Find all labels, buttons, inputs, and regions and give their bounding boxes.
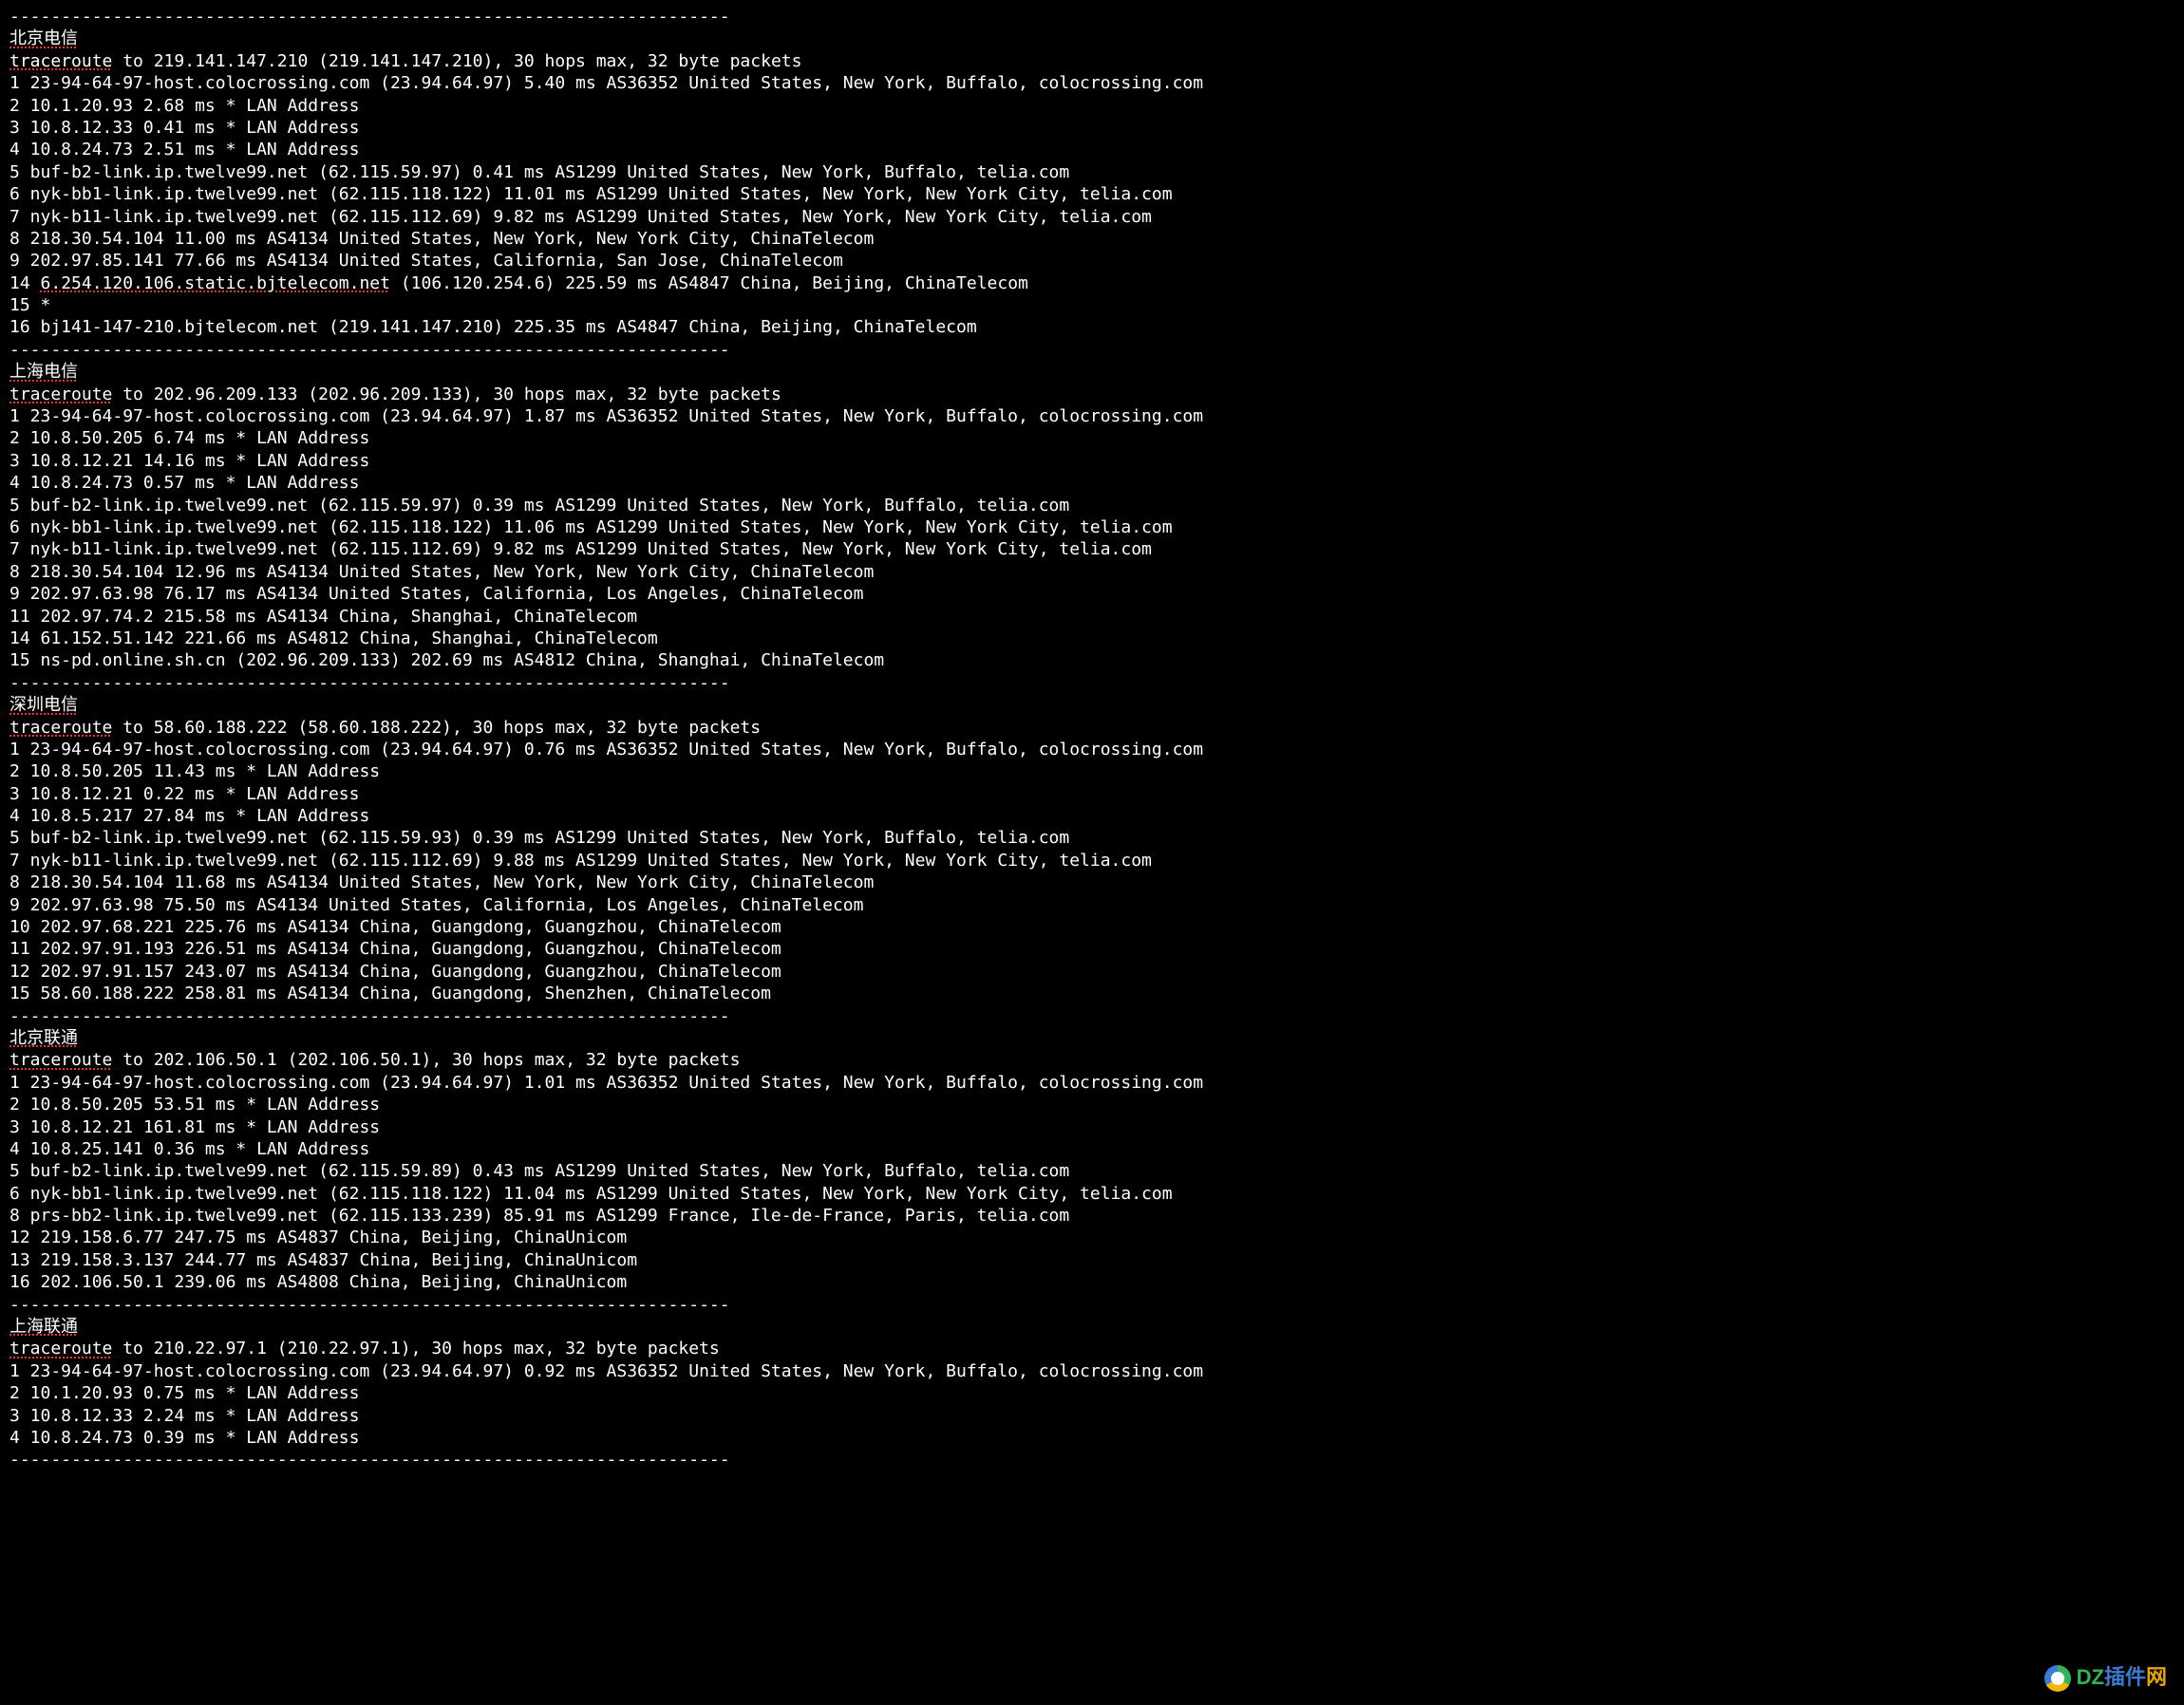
hop-line: 2 10.8.50.205 11.43 ms * LAN Address [9, 760, 2175, 782]
hop-line: 12 219.158.6.77 247.75 ms AS4837 China, … [9, 1227, 2175, 1248]
hop-line: 2 10.8.50.205 6.74 ms * LAN Address [9, 427, 2175, 449]
hop-line: 2 10.1.20.93 2.68 ms * LAN Address [9, 95, 2175, 117]
hop-line: 14 6.254.120.106.static.bjtelecom.net (1… [9, 272, 2175, 294]
hop-line: 1 23-94-64-97-host.colocrossing.com (23.… [9, 1360, 2175, 1382]
divider: ----------------------------------------… [9, 6, 2175, 28]
divider: ----------------------------------------… [9, 672, 2175, 694]
hop-line: 8 218.30.54.104 12.96 ms AS4134 United S… [9, 561, 2175, 583]
hop-line: 8 218.30.54.104 11.00 ms AS4134 United S… [9, 228, 2175, 250]
traceroute-header: traceroute to 58.60.188.222 (58.60.188.2… [9, 717, 2175, 739]
hop-line: 6 nyk-bb1-link.ip.twelve99.net (62.115.1… [9, 183, 2175, 205]
traceroute-header: traceroute to 219.141.147.210 (219.141.1… [9, 50, 2175, 72]
hop-line: 9 202.97.63.98 75.50 ms AS4134 United St… [9, 894, 2175, 916]
watermark-text-w: 网 [2146, 1665, 2167, 1689]
watermark-logo-icon [2044, 1665, 2071, 1692]
hop-line: 5 buf-b2-link.ip.twelve99.net (62.115.59… [9, 1160, 2175, 1182]
traceroute-header: traceroute to 202.106.50.1 (202.106.50.1… [9, 1049, 2175, 1071]
hop-line: 16 202.106.50.1 239.06 ms AS4808 China, … [9, 1271, 2175, 1293]
hop-line: 3 10.8.12.33 2.24 ms * LAN Address [9, 1405, 2175, 1427]
divider: ----------------------------------------… [9, 1005, 2175, 1027]
hop-line: 3 10.8.12.21 161.81 ms * LAN Address [9, 1116, 2175, 1138]
hop-line: 7 nyk-b11-link.ip.twelve99.net (62.115.1… [9, 850, 2175, 871]
hop-line: 2 10.1.20.93 0.75 ms * LAN Address [9, 1382, 2175, 1404]
watermark: DZ插件网 [2044, 1664, 2167, 1692]
divider: ----------------------------------------… [9, 1294, 2175, 1316]
hop-line: 8 218.30.54.104 11.68 ms AS4134 United S… [9, 871, 2175, 893]
hop-line: 15 * [9, 294, 2175, 316]
hop-line: 9 202.97.63.98 76.17 ms AS4134 United St… [9, 583, 2175, 605]
traceroute-header: traceroute to 210.22.97.1 (210.22.97.1),… [9, 1338, 2175, 1359]
traceroute-header: traceroute to 202.96.209.133 (202.96.209… [9, 384, 2175, 405]
hop-line: 4 10.8.24.73 0.57 ms * LAN Address [9, 472, 2175, 494]
hop-line: 5 buf-b2-link.ip.twelve99.net (62.115.59… [9, 495, 2175, 516]
hop-line: 5 buf-b2-link.ip.twelve99.net (62.115.59… [9, 161, 2175, 183]
hop-line: 12 202.97.91.157 243.07 ms AS4134 China,… [9, 961, 2175, 983]
section-title: 上海电信 [9, 361, 2175, 383]
section-title: 深圳电信 [9, 694, 2175, 716]
hop-line: 13 219.158.3.137 244.77 ms AS4837 China,… [9, 1249, 2175, 1271]
hop-line: 1 23-94-64-97-host.colocrossing.com (23.… [9, 72, 2175, 94]
hop-line: 8 prs-bb2-link.ip.twelve99.net (62.115.1… [9, 1205, 2175, 1227]
hop-line: 4 10.8.24.73 0.39 ms * LAN Address [9, 1427, 2175, 1449]
hop-line: 9 202.97.85.141 77.66 ms AS4134 United S… [9, 250, 2175, 272]
hop-line: 4 10.8.25.141 0.36 ms * LAN Address [9, 1138, 2175, 1160]
hop-line: 1 23-94-64-97-host.colocrossing.com (23.… [9, 405, 2175, 427]
hop-line: 4 10.8.5.217 27.84 ms * LAN Address [9, 805, 2175, 827]
hop-line: 6 nyk-bb1-link.ip.twelve99.net (62.115.1… [9, 1183, 2175, 1205]
hop-line: 15 ns-pd.online.sh.cn (202.96.209.133) 2… [9, 649, 2175, 671]
hop-line: 3 10.8.12.21 14.16 ms * LAN Address [9, 450, 2175, 472]
hop-line: 15 58.60.188.222 258.81 ms AS4134 China,… [9, 983, 2175, 1004]
section-title: 北京电信 [9, 28, 2175, 49]
hop-line: 7 nyk-b11-link.ip.twelve99.net (62.115.1… [9, 538, 2175, 560]
hop-line: 10 202.97.68.221 225.76 ms AS4134 China,… [9, 916, 2175, 938]
hop-line: 11 202.97.74.2 215.58 ms AS4134 China, S… [9, 606, 2175, 628]
hop-line: 14 61.152.51.142 221.66 ms AS4812 China,… [9, 628, 2175, 649]
watermark-text-cj: 插件 [2104, 1665, 2146, 1689]
hop-line: 7 nyk-b11-link.ip.twelve99.net (62.115.1… [9, 206, 2175, 228]
hop-line: 1 23-94-64-97-host.colocrossing.com (23.… [9, 1072, 2175, 1094]
hop-line: 4 10.8.24.73 2.51 ms * LAN Address [9, 139, 2175, 160]
section-title: 上海联通 [9, 1316, 2175, 1338]
section-title: 北京联通 [9, 1027, 2175, 1049]
hop-line: 6 nyk-bb1-link.ip.twelve99.net (62.115.1… [9, 516, 2175, 538]
hop-line: 3 10.8.12.33 0.41 ms * LAN Address [9, 117, 2175, 139]
terminal-output[interactable]: ----------------------------------------… [0, 0, 2184, 1471]
divider: ----------------------------------------… [9, 339, 2175, 361]
hop-line: 2 10.8.50.205 53.51 ms * LAN Address [9, 1094, 2175, 1115]
hop-line: 3 10.8.12.21 0.22 ms * LAN Address [9, 783, 2175, 805]
hop-line: 5 buf-b2-link.ip.twelve99.net (62.115.59… [9, 827, 2175, 849]
hop-line: 16 bj141-147-210.bjtelecom.net (219.141.… [9, 316, 2175, 338]
hop-line: 1 23-94-64-97-host.colocrossing.com (23.… [9, 739, 2175, 760]
watermark-text-dz: DZ [2077, 1665, 2104, 1689]
hop-line: 11 202.97.91.193 226.51 ms AS4134 China,… [9, 938, 2175, 960]
divider: ----------------------------------------… [9, 1449, 2175, 1471]
